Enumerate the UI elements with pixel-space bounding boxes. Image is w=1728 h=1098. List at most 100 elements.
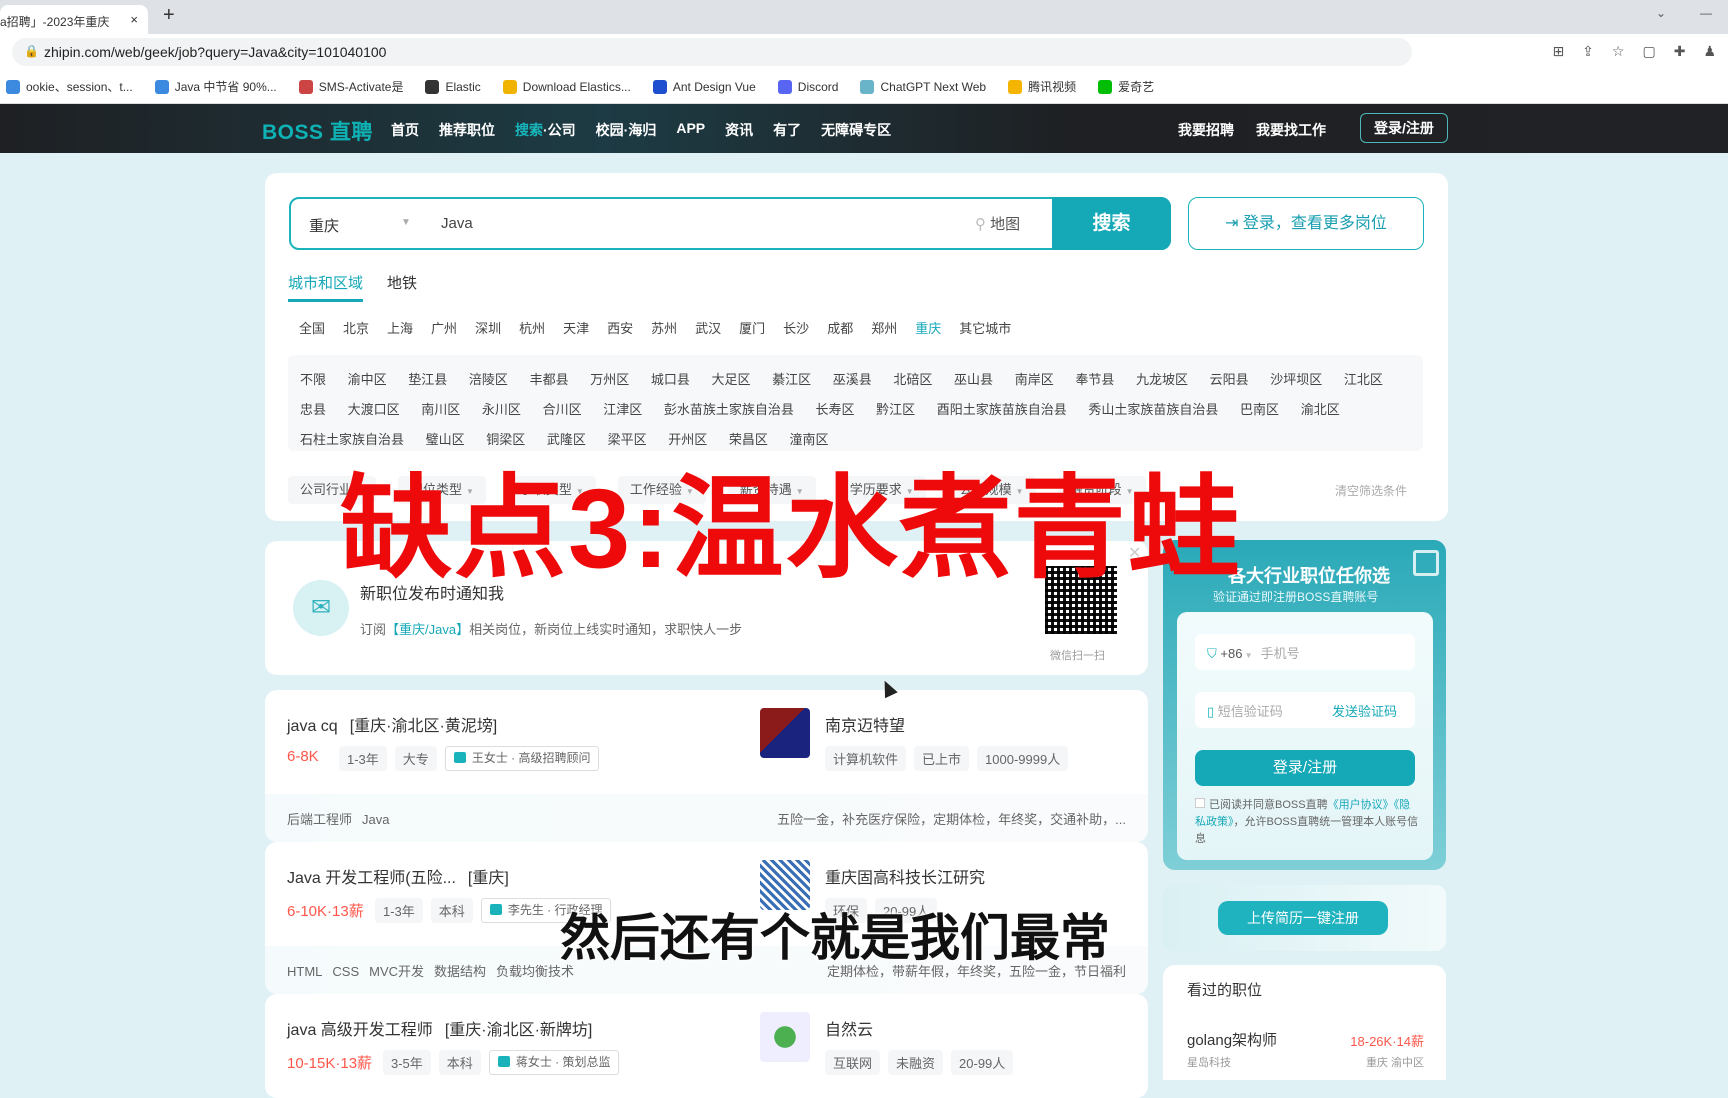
company-name[interactable]: 自然云 <box>825 1016 873 1040</box>
boss-logo[interactable]: BOSS 直聘 <box>262 116 373 146</box>
map-button[interactable]: ⚲ 地图 <box>975 213 1020 234</box>
district-option[interactable]: 丰都县 <box>530 372 569 387</box>
district-option[interactable]: 江北区 <box>1344 372 1383 387</box>
bookmark-item[interactable]: Discord <box>777 79 838 94</box>
city-option[interactable]: 郑州 <box>871 318 897 337</box>
subscribe-keyword[interactable]: 【重庆/Java】 <box>386 622 469 637</box>
city-option[interactable]: 其它城市 <box>959 318 1011 337</box>
district-option[interactable]: 荣昌区 <box>729 432 768 447</box>
nav-company[interactable]: ·公司 <box>543 122 576 138</box>
district-option[interactable]: 石柱土家族自治县 <box>300 432 404 447</box>
city-option[interactable]: 上海 <box>387 318 413 337</box>
new-tab-button[interactable]: + <box>163 4 175 27</box>
district-option[interactable]: 涪陵区 <box>469 372 508 387</box>
job-card[interactable]: java 高级开发工程师 [重庆·渝北区·新牌坊] 10-15K·13薪 3-5年 本科… <box>265 994 1148 1098</box>
district-option[interactable]: 彭水苗族土家族自治县 <box>664 402 794 417</box>
district-option[interactable]: 秀山土家族苗族自治县 <box>1088 402 1218 417</box>
district-option[interactable]: 梁平区 <box>608 432 647 447</box>
district-option[interactable]: 南川区 <box>421 402 460 417</box>
translate-icon[interactable]: ⊞ <box>1552 43 1564 60</box>
nav-find-job[interactable]: 我要找工作 <box>1256 120 1326 140</box>
job-card[interactable]: java cq [重庆·渝北区·黄泥塝] 6-8K 1-3年 大专 王女士 · 高级招聘顾… <box>265 690 1148 842</box>
nav-youle[interactable]: 有了 <box>773 120 801 140</box>
district-option[interactable]: 不限 <box>300 372 326 387</box>
district-option[interactable]: 万州区 <box>590 372 629 387</box>
bookmark-item[interactable]: ookie、session、t... <box>6 78 133 95</box>
city-option[interactable]: 天津 <box>563 318 589 337</box>
nav-recommended[interactable]: 推荐职位 <box>439 120 495 140</box>
job-title[interactable]: Java 开发工程师(五险... [重庆] <box>287 864 509 888</box>
puzzle-extensions-icon[interactable]: ✚ <box>1674 43 1686 60</box>
district-option[interactable]: 黔江区 <box>876 402 915 417</box>
bookmark-star-icon[interactable]: ☆ <box>1612 43 1625 60</box>
send-code-button[interactable]: 发送验证码 <box>1332 701 1397 720</box>
upload-resume-button[interactable]: 上传简历一键注册 <box>1218 901 1388 935</box>
nav-home[interactable]: 首页 <box>391 120 419 140</box>
bookmark-item[interactable]: 爱奇艺 <box>1098 78 1154 95</box>
district-option[interactable]: 忠县 <box>300 402 326 417</box>
extension-icon[interactable]: ▢ <box>1642 43 1655 60</box>
user-agreement-link[interactable]: 《用户协议》 <box>1328 799 1394 811</box>
district-option[interactable]: 大足区 <box>711 372 750 387</box>
search-input[interactable] <box>441 215 891 232</box>
city-option[interactable]: 西安 <box>607 318 633 337</box>
company-logo[interactable] <box>760 708 810 758</box>
bookmark-item[interactable]: Download Elastics... <box>502 79 631 94</box>
city-option[interactable]: 北京 <box>343 318 369 337</box>
district-option[interactable]: 云阳县 <box>1210 372 1249 387</box>
browser-tab[interactable]: a招聘」-2023年重庆 × <box>0 5 148 34</box>
tab-subway[interactable]: 地铁 <box>387 272 417 302</box>
district-option[interactable]: 潼南区 <box>789 432 828 447</box>
job-title[interactable]: java cq [重庆·渝北区·黄泥塝] <box>287 712 497 736</box>
country-code-select[interactable]: +86 <box>1220 646 1242 661</box>
district-option[interactable]: 大渡口区 <box>348 402 400 417</box>
register-button[interactable]: 登录/注册 <box>1195 750 1415 786</box>
recruiter-info[interactable]: 蒋女士 · 策划总监 <box>488 1050 620 1075</box>
company-logo[interactable] <box>760 1012 810 1062</box>
city-option[interactable]: 长沙 <box>783 318 809 337</box>
company-name[interactable]: 重庆固高科技长江研究 <box>825 864 985 888</box>
url-input[interactable]: 🔒 zhipin.com/web/geek/job?query=Java&cit… <box>12 38 1412 66</box>
district-option[interactable]: 南岸区 <box>1015 372 1054 387</box>
agree-checkbox[interactable] <box>1195 798 1205 808</box>
district-option[interactable]: 渝中区 <box>348 372 387 387</box>
chevron-down-icon[interactable]: ▼ <box>401 217 411 228</box>
nav-news[interactable]: 资讯 <box>725 120 753 140</box>
nav-app[interactable]: APP <box>676 120 705 140</box>
district-option[interactable]: 长寿区 <box>815 402 854 417</box>
district-option[interactable]: 巫山县 <box>954 372 993 387</box>
bookmark-item[interactable]: Ant Design Vue <box>652 79 756 94</box>
city-option[interactable]: 全国 <box>299 318 325 337</box>
qr-toggle-icon[interactable] <box>1413 550 1439 576</box>
minimize-icon[interactable]: — <box>1700 6 1712 20</box>
bookmark-item[interactable]: SMS-Activate是 <box>298 78 403 95</box>
nav-recruit[interactable]: 我要招聘 <box>1178 120 1234 140</box>
district-option[interactable]: 渝北区 <box>1301 402 1340 417</box>
close-tab-icon[interactable]: × <box>130 12 138 27</box>
district-option[interactable]: 永川区 <box>482 402 521 417</box>
nav-search[interactable]: 搜索 <box>515 122 543 138</box>
recruiter-info[interactable]: 王女士 · 高级招聘顾问 <box>444 746 600 771</box>
search-button[interactable]: 搜索 <box>1052 197 1171 250</box>
district-option[interactable]: 綦江区 <box>772 372 811 387</box>
district-option[interactable]: 武隆区 <box>547 432 586 447</box>
city-option[interactable]: 广州 <box>431 318 457 337</box>
bookmark-item[interactable]: ChatGPT Next Web <box>860 79 986 94</box>
login-more-jobs-button[interactable]: ⇥ 登录，查看更多岗位 <box>1188 197 1424 250</box>
district-option[interactable]: 垫江县 <box>408 372 447 387</box>
share-icon[interactable]: ⇪ <box>1582 43 1594 60</box>
district-option[interactable]: 城口县 <box>651 372 690 387</box>
bookmark-item[interactable]: Java 中节省 90%... <box>154 78 277 95</box>
tab-city-region[interactable]: 城市和区域 <box>288 272 364 302</box>
nav-campus[interactable]: 校园·海归 <box>596 120 657 140</box>
district-option[interactable]: 酉阳土家族苗族自治县 <box>937 402 1067 417</box>
district-option[interactable]: 江津区 <box>603 402 642 417</box>
city-option[interactable]: 杭州 <box>519 318 545 337</box>
viewed-job-title[interactable]: golang架构师 <box>1187 1029 1277 1050</box>
nav-accessibility[interactable]: 无障碍专区 <box>821 120 891 140</box>
district-option[interactable]: 开州区 <box>668 432 707 447</box>
nav-login-button[interactable]: 登录/注册 <box>1360 113 1448 143</box>
city-option[interactable]: 成都 <box>827 318 853 337</box>
nav-search-company[interactable]: 搜索·公司 <box>515 120 576 140</box>
district-option[interactable]: 巴南区 <box>1240 402 1279 417</box>
